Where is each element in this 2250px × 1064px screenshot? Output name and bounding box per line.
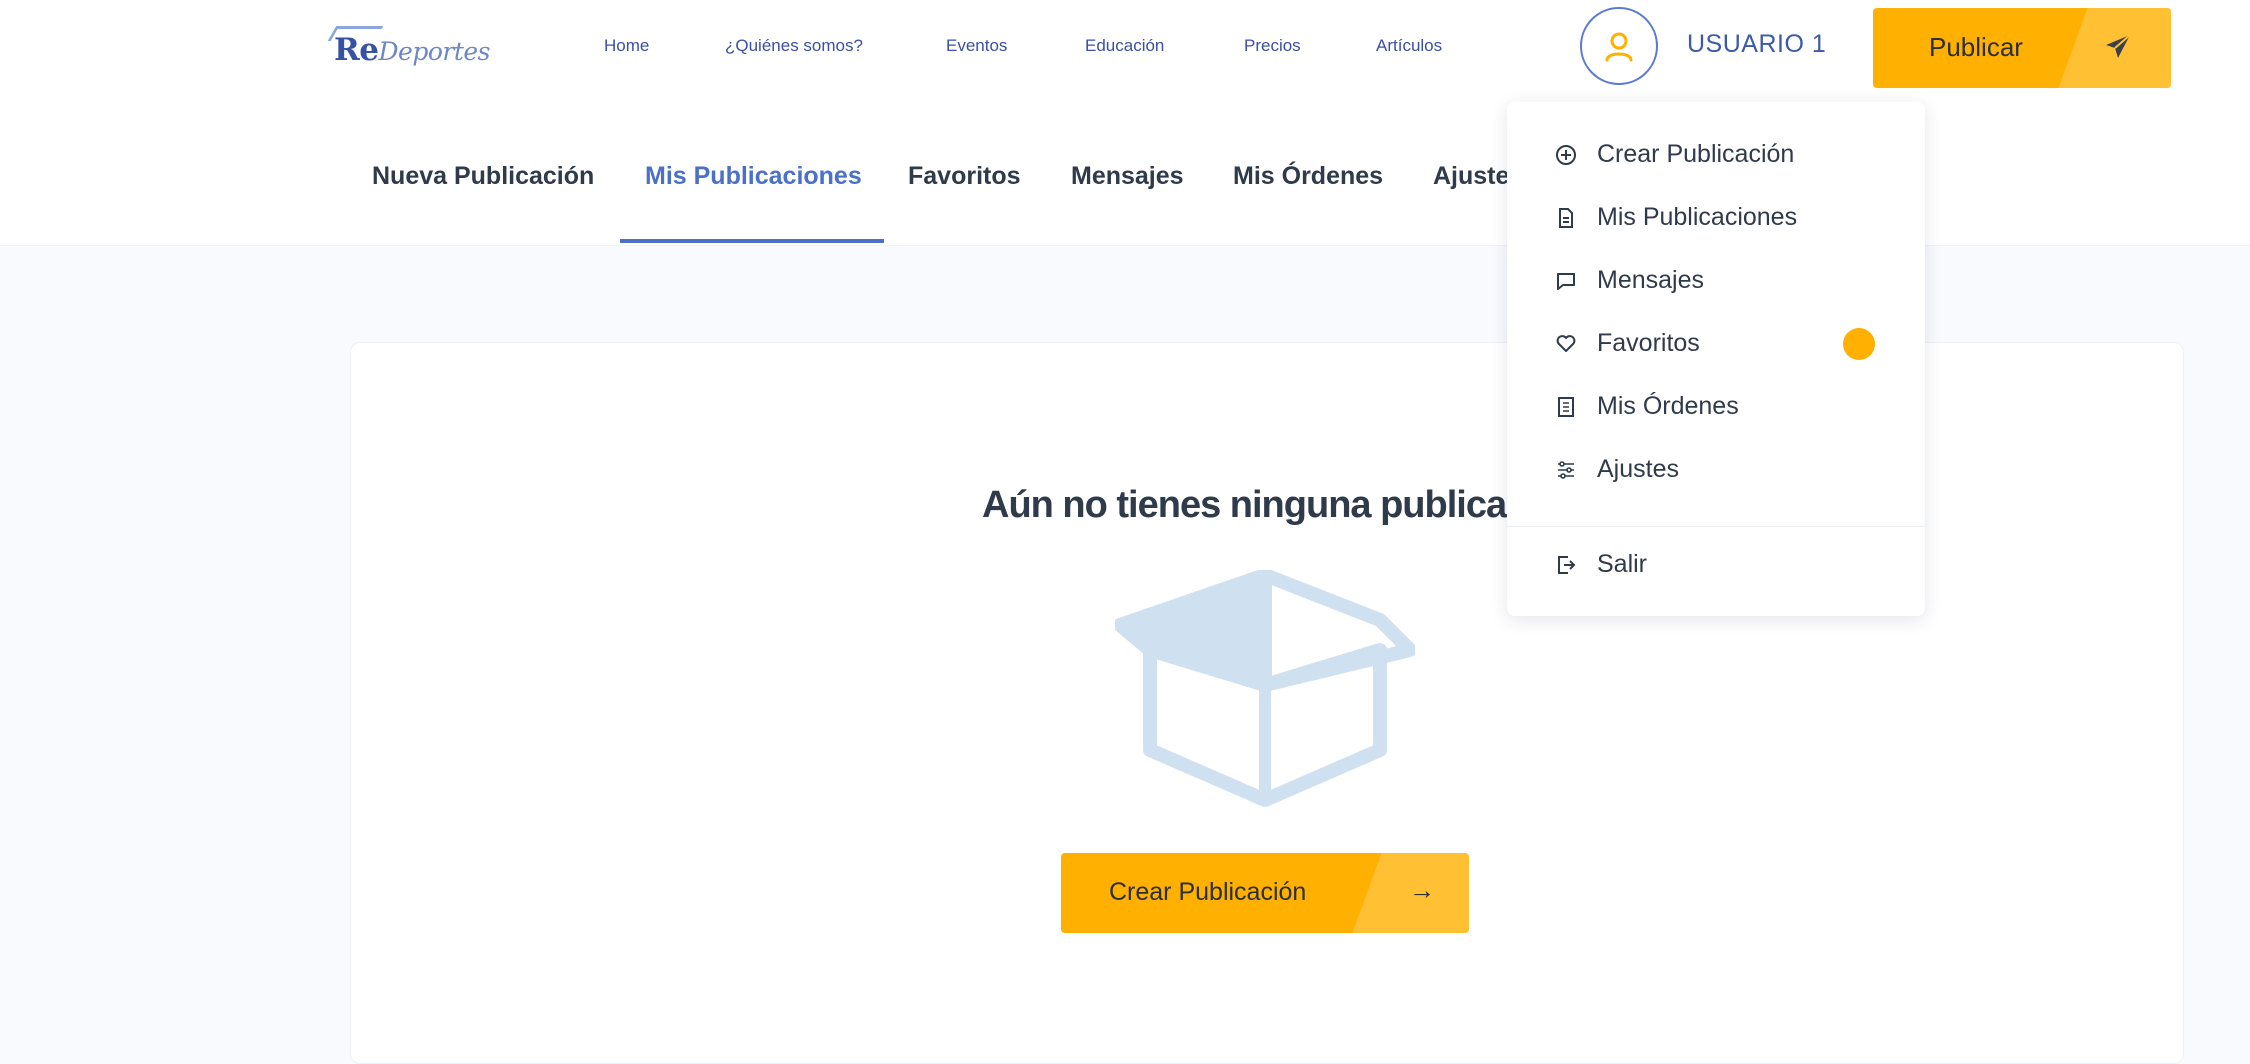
menu-divider	[1507, 526, 1925, 527]
user-name[interactable]: USUARIO 1	[1687, 30, 1826, 59]
empty-box-icon	[1115, 570, 1415, 807]
menu-item-salir[interactable]: Salir	[1555, 550, 1647, 579]
logout-icon	[1555, 554, 1577, 576]
nav-about[interactable]: ¿Quiénes somos?	[725, 36, 863, 56]
nav-home[interactable]: Home	[604, 36, 649, 56]
plus-circle-icon	[1555, 144, 1577, 166]
menu-item-label: Mis Órdenes	[1597, 392, 1739, 420]
menu-item-mensajes[interactable]: Mensajes	[1555, 266, 1704, 295]
menu-item-ajustes[interactable]: Ajustes	[1555, 455, 1679, 484]
user-icon	[1605, 32, 1633, 62]
send-icon	[2106, 34, 2131, 58]
heart-icon	[1555, 333, 1577, 355]
nav-events[interactable]: Eventos	[946, 36, 1007, 56]
menu-item-crear-publicacion[interactable]: Crear Publicación	[1555, 140, 1794, 169]
menu-item-label: Salir	[1597, 550, 1648, 578]
tab-nueva-publicacion[interactable]: Nueva Publicación	[372, 162, 594, 191]
menu-item-label: Mensajes	[1597, 266, 1704, 294]
menu-item-label: Favoritos	[1597, 329, 1700, 357]
nav-prices[interactable]: Precios	[1244, 36, 1301, 56]
sliders-icon	[1555, 459, 1577, 481]
arrow-right-icon: →	[1409, 875, 1435, 905]
logo[interactable]: ReDeportes	[327, 26, 492, 70]
message-icon	[1555, 270, 1577, 292]
top-navbar: ReDeportes Home ¿Quiénes somos? Eventos …	[0, 0, 2250, 100]
tab-mis-ordenes[interactable]: Mis Órdenes	[1233, 162, 1383, 191]
empty-state-title: Aún no tienes ninguna publicaci	[982, 484, 1537, 526]
logo-text-rest: Deportes	[378, 37, 491, 66]
tab-mis-publicaciones[interactable]: Mis Publicaciones	[645, 162, 862, 191]
menu-item-label: Crear Publicación	[1597, 140, 1795, 168]
tab-ajustes[interactable]: Ajuste	[1433, 162, 1509, 191]
list-icon	[1555, 396, 1577, 418]
nav-education[interactable]: Educación	[1085, 36, 1164, 56]
active-tab-indicator	[620, 239, 884, 243]
tab-mensajes[interactable]: Mensajes	[1071, 162, 1184, 191]
create-publication-button[interactable]: Crear Publicación →	[1061, 853, 1469, 933]
logo-roof-icon	[327, 26, 384, 41]
tab-favoritos[interactable]: Favoritos	[908, 162, 1021, 191]
menu-item-mis-ordenes[interactable]: Mis Órdenes	[1555, 392, 1739, 421]
menu-item-favoritos[interactable]: Favoritos	[1555, 329, 1700, 358]
document-icon	[1555, 207, 1577, 229]
publish-button[interactable]: Publicar	[1873, 8, 2171, 88]
nav-articles[interactable]: Artículos	[1376, 36, 1442, 56]
user-dropdown-menu: Crear Publicación Mis Publicaciones Mens…	[1507, 102, 1925, 616]
menu-item-label: Ajustes	[1597, 455, 1679, 483]
user-avatar-button[interactable]	[1580, 7, 1658, 85]
menu-item-mis-publicaciones[interactable]: Mis Publicaciones	[1555, 203, 1797, 232]
notification-dot	[1843, 328, 1875, 360]
publish-label: Publicar	[1929, 32, 2023, 62]
create-publication-label: Crear Publicación	[1109, 878, 1307, 906]
menu-item-label: Mis Publicaciones	[1597, 203, 1798, 231]
